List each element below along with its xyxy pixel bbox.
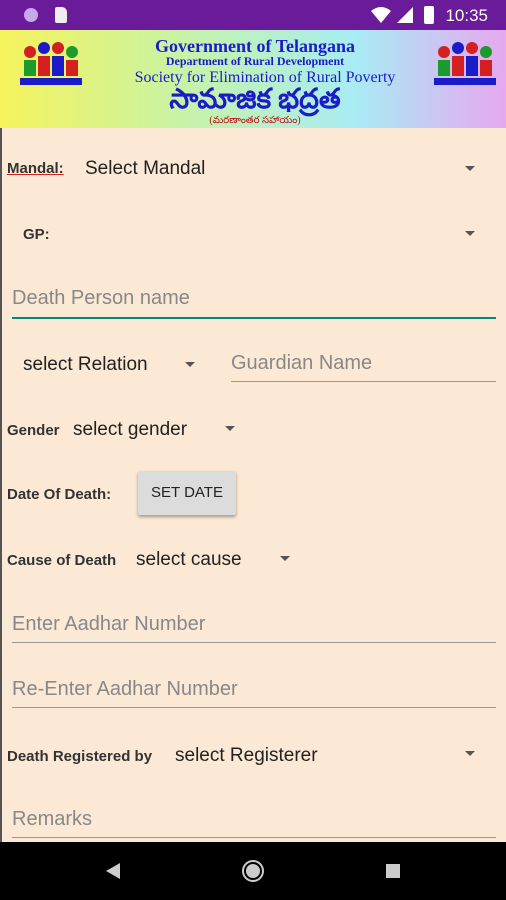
serp-logo-right bbox=[434, 42, 496, 85]
cause-of-death-label: Cause of Death bbox=[7, 552, 117, 569]
gender-dropdown-icon[interactable] bbox=[225, 426, 235, 431]
clock: 10:35 bbox=[445, 6, 488, 25]
death-person-name-input[interactable]: Death Person name bbox=[12, 287, 190, 310]
status-bar: 10:35 bbox=[0, 0, 506, 30]
guardian-name-input[interactable]: Guardian Name bbox=[231, 352, 372, 375]
death-person-name-underline bbox=[12, 317, 496, 319]
mandal-dropdown-icon[interactable] bbox=[465, 166, 475, 171]
relation-dropdown-icon[interactable] bbox=[185, 362, 195, 367]
header-banner: Government of Telangana Department of Ru… bbox=[0, 30, 506, 128]
death-registered-label: Death Registered by bbox=[7, 748, 153, 765]
reenter-aadhar-underline bbox=[12, 707, 496, 708]
signal-icon bbox=[397, 7, 413, 23]
guardian-name-underline bbox=[231, 381, 496, 382]
banner-department: Department of Rural Development bbox=[165, 54, 345, 68]
aadhar-number-input[interactable]: Enter Aadhar Number bbox=[12, 613, 205, 636]
back-icon[interactable] bbox=[104, 862, 122, 880]
mandal-spinner[interactable]: Select Mandal bbox=[85, 158, 205, 180]
battery-icon bbox=[424, 6, 434, 24]
relation-spinner[interactable]: select Relation bbox=[23, 354, 148, 376]
date-of-death-label: Date Of Death: bbox=[7, 486, 112, 503]
gender-spinner[interactable]: select gender bbox=[73, 419, 187, 441]
gp-dropdown-icon[interactable] bbox=[465, 231, 475, 236]
banner-telugu-title: సామాజిక భద్రత bbox=[169, 84, 341, 115]
mandal-label: Mandal: bbox=[7, 160, 64, 177]
reenter-aadhar-input[interactable]: Re-Enter Aadhar Number bbox=[12, 678, 238, 701]
banner-telugu-subtitle: (మరణాంతర సహాయం) bbox=[209, 115, 301, 126]
gp-label: GP: bbox=[23, 226, 50, 243]
set-date-button[interactable]: SET DATE bbox=[138, 471, 236, 515]
form-container: Mandal: Select Mandal GP: Death Person n… bbox=[0, 128, 506, 842]
recents-icon[interactable] bbox=[385, 863, 401, 879]
registerer-spinner[interactable]: select Registerer bbox=[175, 745, 318, 767]
cause-dropdown-icon[interactable] bbox=[280, 556, 290, 561]
navigation-bar bbox=[0, 842, 506, 900]
remarks-input[interactable]: Remarks bbox=[12, 808, 92, 831]
wifi-icon bbox=[371, 7, 391, 23]
aadhar-number-underline bbox=[12, 642, 496, 643]
gender-label: Gender bbox=[7, 422, 60, 439]
notification-icon bbox=[24, 8, 38, 22]
cause-spinner[interactable]: select cause bbox=[136, 549, 242, 571]
sd-card-icon bbox=[55, 7, 67, 23]
registerer-dropdown-icon[interactable] bbox=[465, 751, 475, 756]
home-icon[interactable] bbox=[241, 859, 265, 883]
serp-logo-left bbox=[20, 42, 82, 85]
remarks-underline bbox=[12, 837, 496, 838]
